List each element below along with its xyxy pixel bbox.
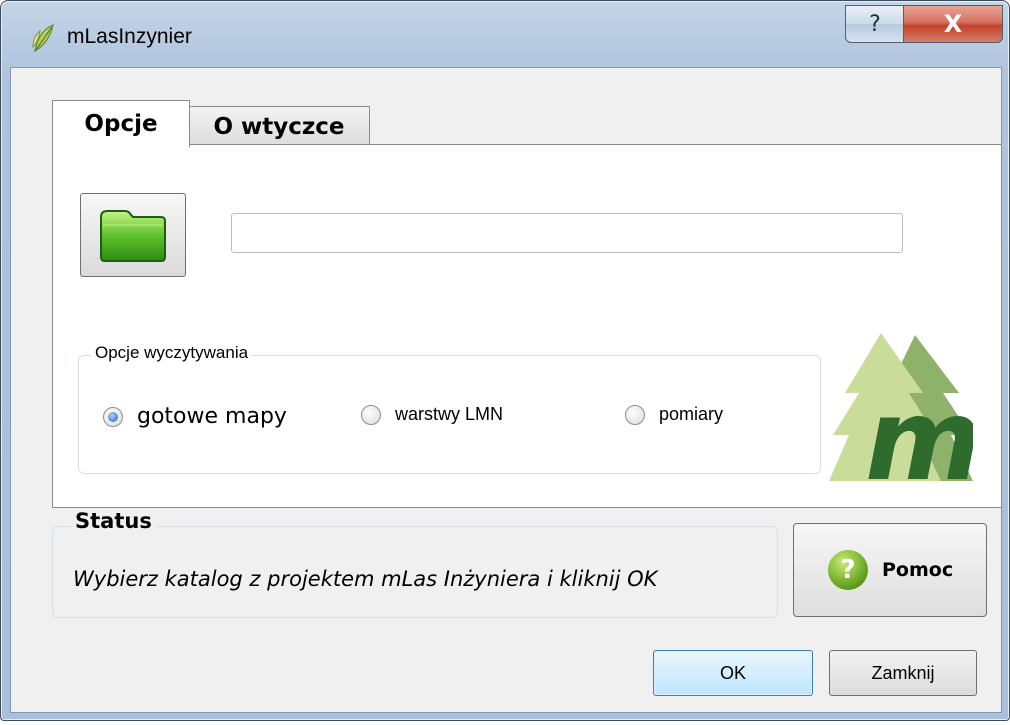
help-button-label: Pomoc	[882, 559, 954, 581]
question-icon: ?	[869, 11, 881, 37]
close-icon: X	[943, 10, 963, 38]
radio-label: gotowe mapy	[137, 404, 287, 429]
help-button[interactable]: ? Pomoc	[793, 523, 987, 617]
radio-label: pomiary	[659, 404, 724, 424]
dialog-client-area: Opcje O wtyczce Opcje wyczytywania gotow…	[10, 67, 1002, 713]
dialog-window: mLasInzynier ? X Opcje O wtyczce Opcje w…	[0, 0, 1010, 721]
help-question-icon: ?	[828, 550, 868, 590]
close-button[interactable]: Zamknij	[829, 650, 977, 696]
radio-pomiary[interactable]: pomiary	[625, 404, 723, 425]
context-help-button[interactable]: ?	[845, 5, 905, 43]
tab-opcje[interactable]: Opcje	[52, 100, 190, 147]
radio-indicator-checked[interactable]	[103, 406, 123, 427]
radio-indicator[interactable]	[361, 404, 381, 425]
tab-o-wtyczce[interactable]: O wtyczce	[188, 106, 370, 146]
app-leaf-icon	[32, 24, 54, 53]
radio-label: warstwy LMN	[395, 404, 504, 424]
radio-warstwy-lmn[interactable]: warstwy LMN	[361, 404, 503, 425]
radio-indicator[interactable]	[625, 404, 645, 425]
radio-gotowe-mapy[interactable]: gotowe mapy	[103, 404, 287, 429]
ok-button[interactable]: OK	[653, 650, 813, 696]
select-folder-button[interactable]	[80, 193, 186, 277]
folder-path-input[interactable]	[231, 213, 903, 253]
window-close-button[interactable]: X	[903, 5, 1003, 43]
mlas-logo: m	[829, 333, 973, 481]
status-title: Status	[71, 509, 156, 533]
read-options-group: Opcje wyczytywania gotowe mapy warstwy L…	[78, 343, 821, 474]
options-tab-panel: Opcje wyczytywania gotowe mapy warstwy L…	[52, 144, 1002, 508]
title-bar[interactable]: mLasInzynier ? X	[1, 1, 1009, 71]
folder-icon	[100, 210, 166, 262]
status-message: Wybierz katalog z projektem mLas Inżynie…	[73, 567, 658, 591]
window-title: mLasInzynier	[67, 25, 192, 48]
status-group: Status Wybierz katalog z projektem mLas …	[52, 509, 778, 618]
logo-letter: m	[865, 376, 973, 481]
read-options-title: Opcje wyczytywania	[91, 343, 253, 363]
